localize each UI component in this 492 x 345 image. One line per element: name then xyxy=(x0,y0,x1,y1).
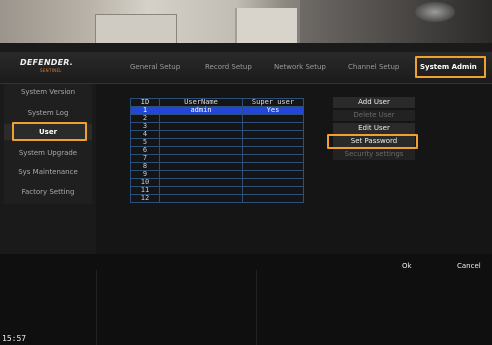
cell-super-user xyxy=(242,162,304,171)
table-row[interactable]: 6 xyxy=(130,146,304,155)
camera-preview xyxy=(0,0,492,43)
cell-super-user xyxy=(242,178,304,187)
cell-super-user xyxy=(242,114,304,123)
table-row[interactable]: 7 xyxy=(130,154,304,163)
table-row[interactable]: 10 xyxy=(130,178,304,187)
table-row[interactable]: 8 xyxy=(130,162,304,171)
table-row[interactable]: 9 xyxy=(130,170,304,179)
camera-object xyxy=(235,8,297,43)
tab-channel-setup[interactable]: Channel Setup xyxy=(348,60,399,74)
cell-super-user xyxy=(242,122,304,131)
cell-username xyxy=(159,170,243,179)
cell-username xyxy=(159,114,243,123)
table-row[interactable]: 11 xyxy=(130,186,304,195)
cell-username xyxy=(159,186,243,195)
table-row[interactable]: 5 xyxy=(130,138,304,147)
delete-user-button[interactable]: Delete User xyxy=(333,110,415,121)
cell-username xyxy=(159,194,243,203)
brand-logo: DEFENDER. SENTINEL xyxy=(20,58,80,78)
table-row[interactable]: 2 xyxy=(130,114,304,123)
cell-username xyxy=(159,138,243,147)
divider xyxy=(256,270,257,345)
cell-username xyxy=(159,122,243,131)
sidebar-item-sys-maintenance[interactable]: Sys Maintenance xyxy=(4,168,92,176)
tab-general-setup[interactable]: General Setup xyxy=(130,60,180,74)
cell-super-user: Yes xyxy=(242,106,304,115)
ok-button[interactable]: Ok xyxy=(402,262,412,270)
cell-super-user xyxy=(242,194,304,203)
table-row[interactable]: 1 admin Yes xyxy=(130,106,304,115)
tab-network-setup[interactable]: Network Setup xyxy=(274,60,326,74)
cell-id: 12 xyxy=(130,194,160,203)
tab-highlight-frame xyxy=(415,56,486,78)
button-highlight-frame xyxy=(327,134,418,149)
cell-super-user xyxy=(242,170,304,179)
cell-username xyxy=(159,130,243,139)
edit-user-button[interactable]: Edit User xyxy=(333,123,415,134)
sidebar xyxy=(4,84,92,204)
sidebar-item-system-version[interactable]: System Version xyxy=(4,88,92,96)
brand-tagline: SENTINEL xyxy=(40,68,62,73)
cell-username xyxy=(159,178,243,187)
cell-super-user xyxy=(242,130,304,139)
sidebar-item-system-log[interactable]: System Log xyxy=(4,109,92,117)
divider xyxy=(96,270,97,345)
footer-area xyxy=(0,254,492,345)
cell-super-user xyxy=(242,146,304,155)
sidebar-item-factory-setting[interactable]: Factory Setting xyxy=(4,188,92,196)
table-row[interactable]: 12 xyxy=(130,194,304,203)
add-user-button[interactable]: Add User xyxy=(333,97,415,108)
user-table: ID UserName Super user 1 admin Yes 2 3 4… xyxy=(130,98,304,203)
table-row[interactable]: 3 xyxy=(130,122,304,131)
camera-background xyxy=(300,0,492,43)
tab-record-setup[interactable]: Record Setup xyxy=(205,60,252,74)
cell-super-user xyxy=(242,138,304,147)
security-settings-button[interactable]: Security settings xyxy=(333,149,415,160)
cell-username: admin xyxy=(159,106,243,115)
clock-time: 15:57 xyxy=(2,334,27,343)
table-row[interactable]: 4 xyxy=(130,130,304,139)
cell-super-user xyxy=(242,186,304,195)
brand-name: DEFENDER. xyxy=(20,58,73,67)
sidebar-highlight-frame xyxy=(12,122,87,141)
cell-username xyxy=(159,162,243,171)
cell-username xyxy=(159,146,243,155)
cancel-button[interactable]: Cancel xyxy=(457,262,481,270)
camera-object xyxy=(95,14,177,43)
sidebar-item-system-upgrade[interactable]: System Upgrade xyxy=(4,149,92,157)
cell-username xyxy=(159,154,243,163)
camera-light xyxy=(415,2,455,22)
cell-super-user xyxy=(242,154,304,163)
